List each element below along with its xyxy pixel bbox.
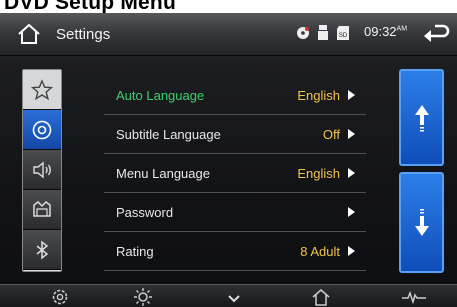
usb-icon — [318, 25, 328, 40]
menu-item-label: Auto Language — [116, 87, 205, 103]
menu-item-label: Password — [116, 204, 174, 220]
arrow-down-icon — [414, 208, 429, 236]
menu-item-value: English — [297, 165, 340, 181]
menu-item-subtitle-language[interactable]: Subtitle Language Off — [104, 115, 366, 154]
scroll-up-button[interactable] — [399, 69, 444, 166]
clock-ampm: AM — [396, 25, 408, 33]
back-arrow-icon[interactable] — [423, 22, 451, 44]
head-unit-screen: Settings SD 09:32AM Auto Language Englis… — [0, 13, 457, 307]
chevron-right-icon — [348, 90, 355, 100]
menu-item-label: Subtitle Language — [116, 126, 221, 142]
clock-time: 09:32 — [364, 24, 397, 39]
chevron-right-icon — [348, 246, 355, 256]
category-sidebar — [22, 69, 62, 272]
menu-item-menu-language[interactable]: Menu Language English — [104, 154, 366, 193]
disc-icon — [32, 120, 52, 139]
home-icon[interactable] — [311, 287, 331, 307]
status-icons: SD — [296, 24, 350, 42]
page-title: Settings — [56, 26, 111, 43]
sidebar-item-bluetooth[interactable] — [23, 230, 61, 270]
sd-card-icon: SD — [337, 26, 349, 40]
menu-item-value: Off — [322, 126, 340, 142]
arrow-up-icon — [414, 104, 429, 131]
settings-gear-icon[interactable] — [50, 287, 70, 307]
menu-item-value: 8 Adult — [300, 243, 340, 259]
menu-item-label: Rating — [116, 243, 154, 259]
menu-item-value: English — [297, 87, 340, 103]
car-icon — [33, 200, 51, 217]
sidebar-item-vehicle[interactable] — [23, 190, 61, 230]
top-bar: Settings SD 09:32AM — [0, 13, 457, 56]
star-icon — [31, 78, 53, 100]
scroll-down-button[interactable] — [399, 172, 444, 273]
speaker-icon — [33, 161, 51, 178]
equalizer-icon[interactable] — [402, 287, 426, 307]
bluetooth-icon — [36, 239, 49, 260]
chevron-right-icon — [348, 168, 355, 178]
home-icon[interactable] — [17, 23, 41, 45]
menu-item-auto-language[interactable]: Auto Language English — [104, 76, 366, 115]
menu-item-rating[interactable]: Rating 8 Adult — [104, 232, 366, 271]
clock: 09:32AM — [364, 24, 407, 39]
sidebar-item-dvd[interactable] — [23, 110, 61, 150]
bottom-bar — [0, 284, 457, 307]
page-caption: DVD Setup Menu — [4, 0, 176, 14]
chevron-down-icon[interactable] — [224, 287, 244, 307]
sidebar-item-audio[interactable] — [23, 150, 61, 190]
chevron-right-icon — [348, 129, 355, 139]
disc-icon — [297, 27, 309, 39]
chevron-right-icon — [348, 207, 355, 217]
menu-item-label: Menu Language — [116, 165, 210, 181]
menu-item-password[interactable]: Password — [104, 193, 366, 232]
svg-text:SD: SD — [339, 33, 348, 39]
brightness-icon[interactable] — [133, 287, 153, 307]
sidebar-item-favorites[interactable] — [23, 70, 61, 110]
settings-list: Auto Language English Subtitle Language … — [104, 76, 366, 271]
